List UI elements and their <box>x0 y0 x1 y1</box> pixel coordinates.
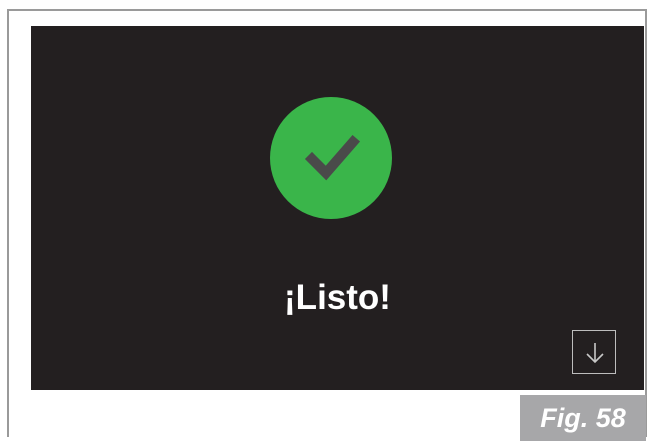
done-message: ¡Listo! <box>284 278 391 317</box>
next-button[interactable] <box>572 330 616 374</box>
device-screen: ¡Listo! <box>31 26 644 390</box>
figure-caption: Fig. 58 <box>520 395 646 441</box>
arrow-down-icon <box>586 343 604 364</box>
check-icon <box>304 134 361 181</box>
checkmark-circle-icon <box>270 97 392 219</box>
